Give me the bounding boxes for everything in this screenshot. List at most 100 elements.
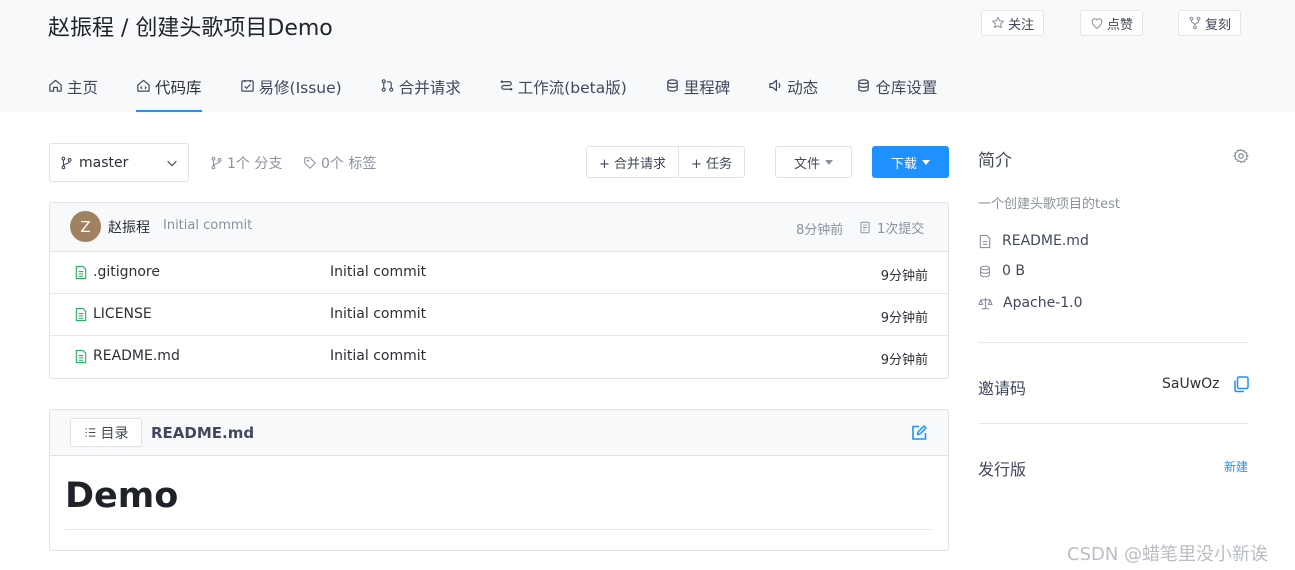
fork-label: 复刻	[1205, 17, 1232, 33]
workflow-icon	[500, 80, 513, 91]
sidebar-divider	[978, 423, 1249, 424]
commit-history-icon	[860, 221, 870, 234]
tab-label: 合并请求	[398, 79, 461, 97]
settings-database-icon	[858, 79, 870, 92]
repo-size: 0 B	[978, 263, 1025, 279]
tab-workflow[interactable]: 工作流(beta版)	[499, 66, 627, 112]
repo-nav: 主页 代码库 易修(Issue) 合并请求 工作流(beta版) 里程碑 动态	[48, 66, 975, 112]
tab-label: 易修(Issue)	[258, 79, 342, 97]
download-button-label: 下载	[890, 156, 917, 172]
tab-label: 仓库设置	[875, 79, 938, 97]
invite-label: 邀请码	[978, 379, 1027, 398]
file-name: README.md	[93, 348, 180, 364]
tag-icon	[304, 157, 316, 169]
watch-button[interactable]: 关注	[981, 10, 1045, 36]
repo-title[interactable]: 赵振程 / 创建头歌项目Demo	[48, 10, 333, 42]
fork-icon	[1189, 16, 1201, 30]
branches-count: 1个 分支	[227, 156, 283, 172]
tags-link[interactable]: 0个 标签	[303, 153, 376, 173]
readme-heading: Demo	[65, 476, 179, 516]
tab-home[interactable]: 主页	[48, 66, 98, 112]
pull-request-icon	[381, 79, 394, 92]
branch-select[interactable]: master	[49, 143, 189, 182]
new-pull-request-button[interactable]: + 合并请求	[587, 147, 678, 177]
table-row: README.md Initial commit 9分钟前	[50, 336, 948, 378]
caret-down-icon	[922, 160, 930, 165]
latest-commit: Z 赵振程 Initial commit 8分钟前 1次提交	[50, 203, 948, 252]
file-commit-message[interactable]: Initial commit	[330, 264, 426, 280]
file-name: .gitignore	[93, 264, 160, 280]
toc-button[interactable]: 目录	[70, 418, 142, 447]
table-row: LICENSE Initial commit 9分钟前	[50, 294, 948, 336]
tab-milestones[interactable]: 里程碑	[665, 66, 731, 112]
repo-size-value: 0 B	[1002, 263, 1025, 279]
download-button[interactable]: 下载	[872, 146, 949, 178]
commit-count-link[interactable]: 1次提交	[859, 218, 924, 237]
tab-settings[interactable]: 仓库设置	[856, 66, 937, 112]
new-task-button[interactable]: + 任务	[678, 147, 744, 177]
branches-link[interactable]: 1个 分支	[210, 153, 282, 173]
tab-code[interactable]: 代码库	[136, 66, 202, 112]
chevron-down-icon	[167, 160, 177, 167]
releases-label: 发行版	[978, 460, 1027, 479]
heart-outline-icon	[1091, 18, 1103, 29]
avatar[interactable]: Z	[70, 211, 101, 242]
issue-icon	[240, 79, 254, 92]
watermark: CSDN @蜡笔里没小新诶	[1067, 544, 1269, 565]
branch-icon	[61, 156, 72, 169]
file-link[interactable]: .gitignore	[74, 264, 160, 280]
caret-down-icon	[825, 160, 833, 165]
license-link[interactable]: Apache-1.0	[978, 295, 1083, 311]
file-icon	[75, 307, 87, 321]
tags-count: 0个 标签	[321, 156, 377, 172]
tab-label: 代码库	[155, 79, 202, 97]
repo-header: 赵振程 / 创建头歌项目Demo 关注 点赞 复刻 主页 代码库 易修(Issu…	[0, 0, 1295, 112]
tab-activity[interactable]: 动态	[768, 66, 818, 112]
file-link[interactable]: README.md	[74, 348, 180, 364]
readme-filename: README.md	[151, 424, 255, 442]
list-icon	[85, 428, 95, 437]
tab-issue[interactable]: 易修(Issue)	[240, 66, 342, 112]
fork-button[interactable]: 复刻	[1178, 10, 1242, 36]
tab-label: 工作流(beta版)	[517, 79, 627, 97]
table-row: .gitignore Initial commit 9分钟前	[50, 252, 948, 294]
about-title: 简介	[978, 151, 1012, 171]
file-icon	[75, 349, 87, 363]
readme-header: 目录 README.md	[50, 410, 948, 456]
file-commit-message[interactable]: Initial commit	[330, 348, 426, 364]
commit-author[interactable]: 赵振程	[108, 217, 150, 237]
tab-label: 里程碑	[683, 79, 731, 97]
home-icon	[49, 79, 62, 92]
file-list: Z 赵振程 Initial commit 8分钟前 1次提交 .gitignor…	[49, 202, 949, 379]
create-button-group: + 合并请求 + 任务	[586, 146, 746, 178]
gear-icon[interactable]	[1233, 148, 1249, 164]
branch-name: master	[79, 154, 129, 171]
repo-description: 一个创建头歌项目的test	[978, 197, 1120, 212]
readme-link-label: README.md	[1002, 233, 1089, 249]
license-name: Apache-1.0	[1003, 295, 1083, 311]
edit-icon[interactable]	[910, 424, 928, 442]
activity-icon	[769, 79, 781, 92]
file-button-label: 文件	[793, 156, 820, 172]
new-release-link[interactable]: 新建	[1224, 458, 1248, 475]
readme-link[interactable]: README.md	[978, 233, 1089, 249]
heading-divider	[65, 529, 933, 530]
file-icon	[75, 265, 87, 279]
tab-pull-requests[interactable]: 合并请求	[380, 66, 461, 112]
milestone-icon	[666, 79, 678, 92]
tab-label: 主页	[67, 79, 99, 97]
star-outline-icon	[992, 16, 1004, 29]
code-icon	[137, 79, 150, 92]
file-dropdown-button[interactable]: 文件	[775, 146, 852, 178]
watch-label: 关注	[1008, 17, 1035, 33]
file-commit-time: 9分钟前	[880, 269, 928, 284]
star-button[interactable]: 点赞	[1080, 10, 1144, 36]
branch-icon	[211, 156, 222, 170]
file-commit-time: 9分钟前	[880, 353, 928, 368]
tab-label: 动态	[787, 79, 819, 97]
file-commit-message[interactable]: Initial commit	[330, 306, 426, 322]
copy-icon[interactable]	[1232, 375, 1250, 393]
commit-message[interactable]: Initial commit	[163, 218, 252, 233]
file-link[interactable]: LICENSE	[74, 306, 152, 322]
readme-panel: 目录 README.md Demo	[49, 409, 949, 551]
